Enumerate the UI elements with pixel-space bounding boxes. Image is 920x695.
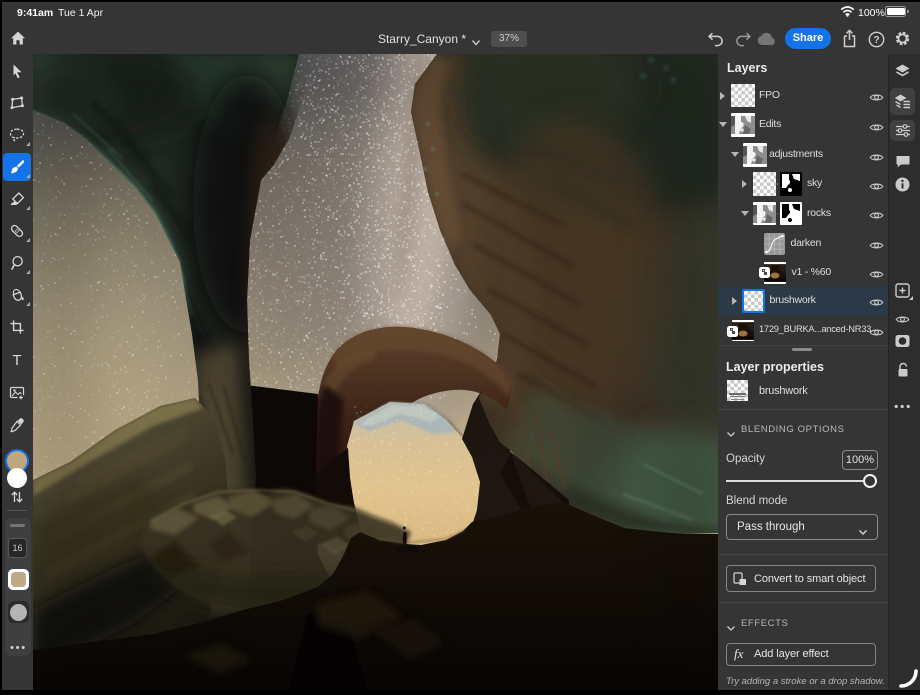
svg-text:T: T <box>12 352 21 368</box>
svg-text:?: ? <box>873 35 879 46</box>
